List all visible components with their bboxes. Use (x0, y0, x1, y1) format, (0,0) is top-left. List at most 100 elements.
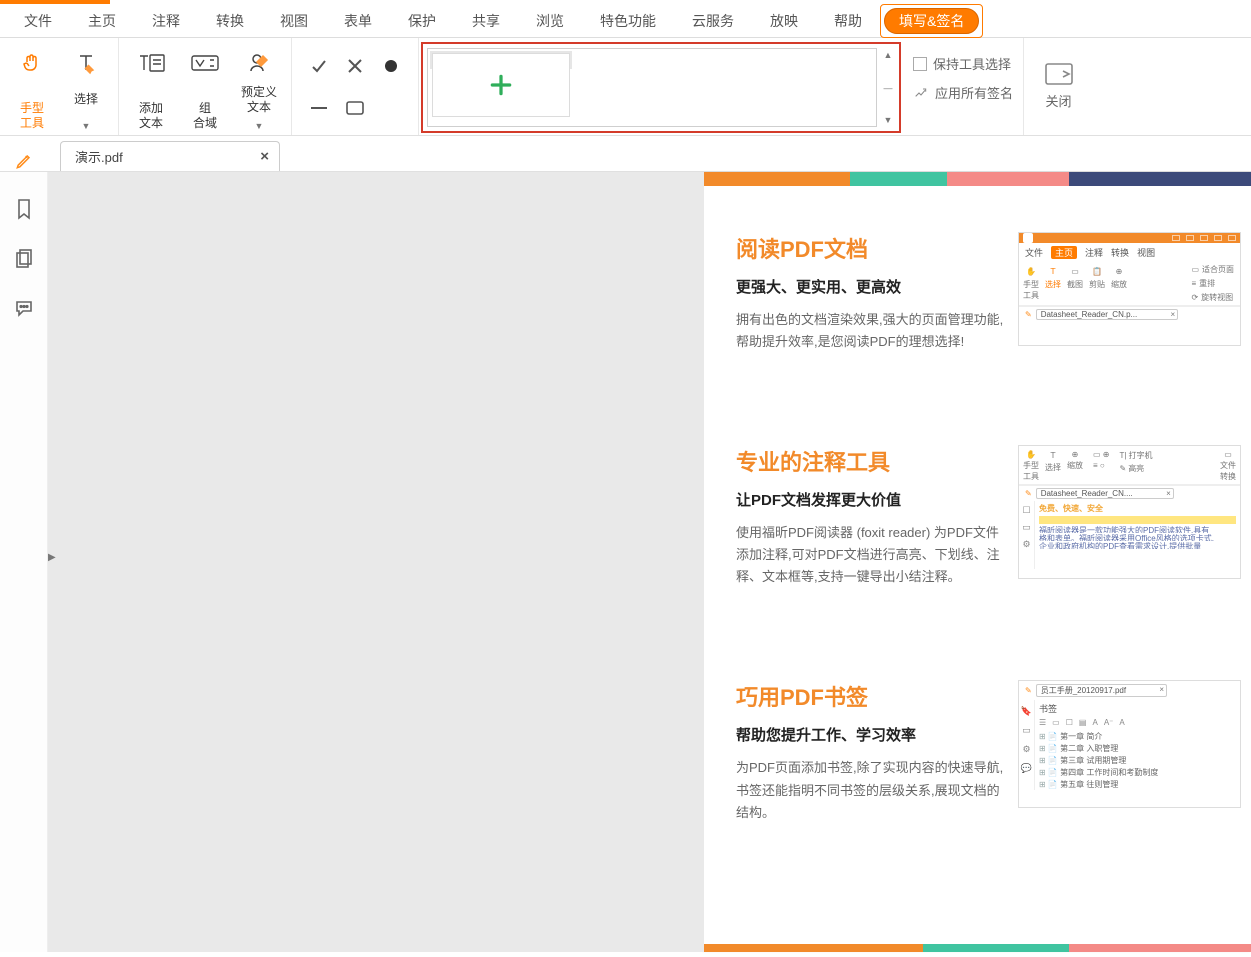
document-page: 阅读PDF文档 更强大、更实用、更高效 拥有出色的文档渲染效果,强大的页面管理功… (704, 172, 1251, 952)
t2-conv: 文件 转换 (1220, 460, 1236, 482)
line-icon[interactable] (307, 96, 331, 120)
add-text-button[interactable]: 添加 文本 (129, 46, 173, 131)
predef-text-button[interactable]: 预定义 文本 ▼ (237, 46, 281, 131)
close-label: 关闭 (1046, 91, 1072, 110)
feature-bookmark-title: 巧用PDF书签 (736, 680, 1004, 712)
menu-protect[interactable]: 保护 (390, 4, 454, 37)
menu-convert[interactable]: 转换 (198, 4, 262, 37)
predef-text-label: 预定义 文本 (241, 85, 277, 115)
feature-bookmark: 巧用PDF书签 帮助您提升工作、学习效率 为PDF页面添加书签,除了实现内容的快… (704, 634, 1251, 869)
feature-annotate-desc: 使用福昕PDF阅读器 (foxit reader) 为PDF文件添加注释,可对P… (736, 522, 1004, 588)
add-signature-button[interactable] (432, 53, 570, 117)
t2-sel: 选择 (1045, 462, 1061, 473)
menu-form[interactable]: 表单 (326, 4, 390, 37)
t3-panel-title: 书签 (1039, 702, 1236, 715)
expand-handle-icon[interactable]: ▶ (48, 552, 56, 563)
menu-browse[interactable]: 浏览 (518, 4, 582, 37)
scroll-up-icon[interactable]: ▲ (884, 50, 893, 60)
t2-type: 打字机 (1128, 450, 1152, 461)
t2-page-title: 免费、快速、安全 (1039, 503, 1236, 514)
menu-annotate[interactable]: 注释 (134, 4, 198, 37)
t3-tool-6: A (1119, 718, 1124, 727)
select-button[interactable]: 选择 ▼ (64, 46, 108, 131)
menu-view[interactable]: 视图 (262, 4, 326, 37)
pencil-icon[interactable] (2, 151, 46, 171)
feature-read-thumb: 文件 主页 注释 转换 视图 ✋手型 工具 Ｔ选择 ▭截图 📋剪贴 ⊕缩放 ▭ … (1018, 232, 1241, 346)
t2-tabfile: Datasheet_Reader_CN.... (1041, 489, 1133, 498)
canvas-blank: ▶ (48, 172, 704, 952)
menu-help[interactable]: 帮助 (816, 4, 880, 37)
predef-caret-icon: ▼ (255, 121, 264, 131)
t1-tabfile: Datasheet_Reader_CN.p... (1041, 310, 1138, 319)
feature-annotate-sub: 让PDF文档发挥更大价值 (736, 489, 1004, 510)
t3-tool-2: ☐ (1066, 718, 1073, 727)
checkbox-icon[interactable] (913, 57, 927, 71)
comments-icon[interactable] (14, 298, 34, 318)
t3-node-2: 第三章 试用期管理 (1039, 755, 1236, 767)
menu-file[interactable]: 文件 (6, 4, 70, 37)
t1-menu-file: 文件 (1025, 246, 1043, 259)
t2-line1: 福昕阅读器是一款功能强大的PDF阅读软件,具有 (1039, 525, 1236, 533)
pages-icon[interactable] (14, 248, 34, 270)
combo-field-button[interactable]: 组 合域 (183, 46, 227, 131)
t3-pencil-icon: ✎ (1025, 686, 1032, 695)
t1-zoom: 缩放 (1111, 279, 1127, 290)
menu-home[interactable]: 主页 (70, 4, 134, 37)
feature-read: 阅读PDF文档 更强大、更实用、更高效 拥有出色的文档渲染效果,强大的页面管理功… (704, 186, 1251, 399)
t1-hand: 手型 工具 (1023, 279, 1039, 301)
t2-hl: 高亮 (1128, 463, 1144, 474)
menu-present[interactable]: 放映 (752, 4, 816, 37)
t3-node-0: 第一章 简介 (1039, 731, 1236, 743)
add-text-icon (136, 48, 166, 78)
select-label: 选择 (74, 92, 98, 107)
document-tab[interactable]: 演示.pdf × (60, 141, 280, 171)
t1-menu-conv: 转换 (1111, 246, 1129, 259)
feature-bookmark-sub: 帮助您提升工作、学习效率 (736, 724, 1004, 745)
signature-panel: ▲ — ▼ (421, 42, 901, 133)
canvas: ▶ 阅读PDF文档 更强大、更实用、更高效 拥有出色的文档渲染效果,强大的页面管… (48, 172, 1251, 952)
sidebar (0, 172, 48, 952)
t3-tool-5: A⁻ (1104, 718, 1114, 727)
menu-features[interactable]: 特色功能 (582, 4, 674, 37)
hand-tool-button[interactable]: 手型 工具 (10, 46, 54, 131)
dot-icon[interactable] (379, 54, 403, 78)
t3-tool-1: ▭ (1052, 718, 1060, 727)
check-icon[interactable] (307, 54, 331, 78)
apply-all-option[interactable]: 应用所有签名 (913, 83, 1013, 102)
close-button[interactable]: 关闭 (1023, 38, 1093, 135)
t1-rotate: 旋转视图 (1201, 292, 1233, 303)
t1-menu-view: 视图 (1137, 246, 1155, 259)
t3-tool-4: A (1092, 718, 1097, 727)
menu-share[interactable]: 共享 (454, 4, 518, 37)
scroll-down-icon[interactable]: ▼ (884, 115, 893, 125)
predef-text-icon (247, 48, 271, 78)
menu-cloud[interactable]: 云服务 (674, 4, 752, 37)
page-bottom-strip (704, 944, 1251, 952)
hand-icon (20, 48, 44, 78)
keep-tool-option[interactable]: 保持工具选择 (913, 54, 1013, 73)
ribbon: 手型 工具 选择 ▼ 添加 文本 组 合域 预定义 文本 (0, 38, 1251, 136)
t3-tabfile: 员工手册_20120917.pdf (1041, 686, 1126, 695)
ribbon-group-text: 添加 文本 组 合域 预定义 文本 ▼ (119, 38, 292, 135)
ribbon-group-tools: 手型 工具 选择 ▼ (0, 38, 119, 135)
menu-fill-sign[interactable]: 填写&签名 (884, 8, 979, 34)
t2-highlight-row (1039, 516, 1236, 524)
t2-line2: 格和表单。福昕阅读器采用Office风格的选项卡式, (1039, 533, 1236, 541)
feature-bookmark-desc: 为PDF页面添加书签,除了实现内容的快速导航,书签还能指明不同书签的层级关系,展… (736, 757, 1004, 823)
bookmark-icon[interactable] (14, 198, 34, 220)
t1-select: 选择 (1045, 279, 1061, 290)
x-icon[interactable] (343, 54, 367, 78)
signature-scroll[interactable]: ▲ — ▼ (881, 48, 895, 127)
close-tab-icon[interactable]: × (260, 148, 269, 165)
keep-tool-label: 保持工具选择 (933, 54, 1011, 73)
t1-menu-anno: 注释 (1085, 246, 1103, 259)
ribbon-group-shapes (292, 38, 419, 135)
hand-tool-label: 手型 工具 (20, 101, 44, 131)
apply-all-label: 应用所有签名 (935, 83, 1013, 102)
t1-clip: 剪贴 (1089, 279, 1105, 290)
signature-gallery[interactable] (427, 48, 877, 127)
text-select-icon (74, 48, 98, 78)
rect-icon[interactable] (343, 96, 367, 120)
shape-empty (379, 96, 403, 120)
feature-annotate-thumb: ✋手型 工具 Ｔ选择 ⊕缩放 ▭ ⊕≡ ○ T| 打字机 ✎ 高亮 ▭文件 转换 (1018, 445, 1241, 579)
